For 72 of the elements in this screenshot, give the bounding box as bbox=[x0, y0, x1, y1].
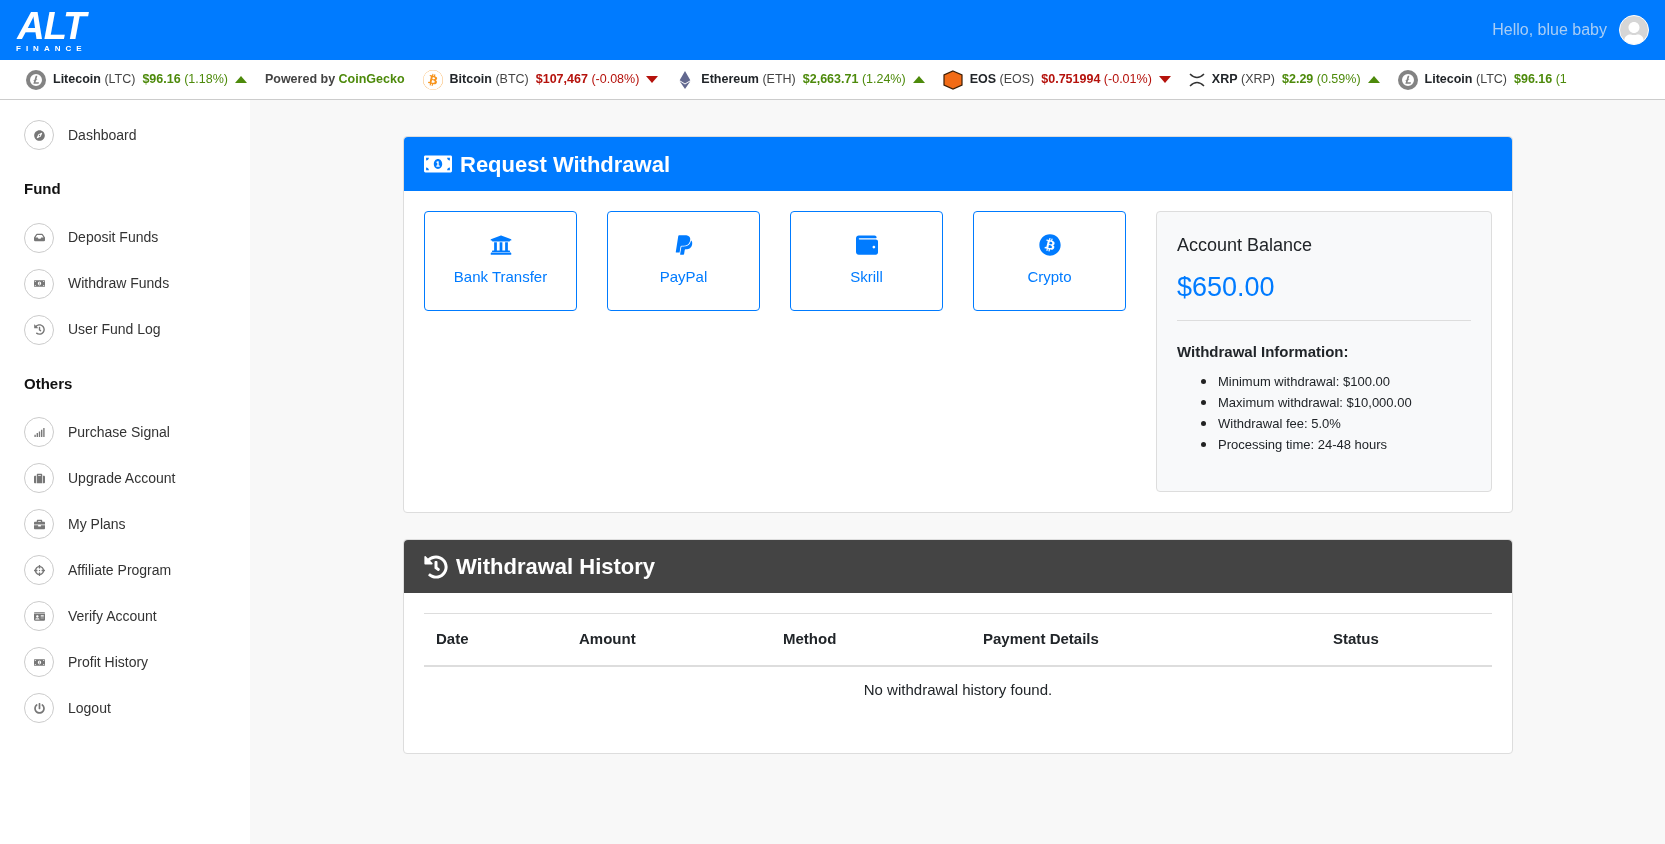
coin-name: XRP (XRP) bbox=[1211, 71, 1275, 89]
sidebar-link[interactable]: Deposit Funds bbox=[68, 227, 159, 248]
sidebar-link[interactable]: Logout bbox=[68, 697, 111, 719]
sidebar-link[interactable]: Verify Account bbox=[68, 605, 157, 627]
bullet-icon bbox=[1201, 442, 1206, 447]
bullet-icon bbox=[1201, 400, 1206, 405]
history-icon bbox=[424, 554, 448, 579]
sidebar-heading: Fund bbox=[24, 179, 62, 199]
info-title: Withdrawal Information: bbox=[1177, 341, 1350, 362]
coin-price: $96.16 (1.18%) bbox=[142, 71, 228, 89]
coin-name: Litecoin (LTC) bbox=[53, 71, 136, 89]
column-header: Status bbox=[1321, 613, 1492, 666]
compass-icon bbox=[33, 129, 45, 141]
card-title: Withdrawal History bbox=[456, 553, 656, 581]
card-title: Request Withdrawal bbox=[460, 150, 671, 179]
history-icon bbox=[33, 324, 45, 335]
sidebar-link[interactable]: Profit History bbox=[68, 651, 149, 673]
inbox-icon bbox=[33, 232, 45, 243]
coin-name: Litecoin (LTC) bbox=[1424, 71, 1507, 89]
payment-method-button[interactable]: Crypto bbox=[973, 211, 1126, 311]
coin-price: $2,663.71 (1.24%) bbox=[802, 71, 906, 89]
payment-method-button[interactable]: Bank Transfer bbox=[424, 211, 577, 311]
sidebar-link[interactable]: Purchase Signal bbox=[68, 421, 170, 443]
id-card-icon bbox=[33, 610, 45, 622]
powered-by-text: Powered by CoinGecko bbox=[264, 71, 405, 89]
info-text: Processing time: 24-48 hours bbox=[1218, 436, 1388, 454]
avatar[interactable] bbox=[1619, 15, 1649, 45]
payment-method-button[interactable]: Skrill bbox=[790, 211, 943, 311]
bullet-icon bbox=[1201, 379, 1206, 384]
sidebar-heading: Others bbox=[24, 373, 74, 394]
logo[interactable]: ALT FINANCE bbox=[16, 7, 87, 53]
wallet-icon bbox=[855, 233, 878, 256]
greeting-text: Hello, blue baby bbox=[1492, 20, 1607, 40]
column-header: Payment Details bbox=[971, 613, 1321, 666]
coin-price: $2.29 (0.59%) bbox=[1282, 71, 1361, 89]
x-icon bbox=[1188, 72, 1205, 87]
payment-method-button[interactable]: PayPal bbox=[607, 211, 760, 311]
balance-title: Account Balance bbox=[1177, 234, 1314, 257]
column-header: Date bbox=[424, 613, 567, 666]
info-text: Minimum withdrawal: $100.00 bbox=[1218, 373, 1390, 391]
power-icon bbox=[33, 702, 45, 714]
banknote-icon bbox=[33, 278, 45, 289]
suitcase-icon bbox=[33, 472, 45, 484]
bank-icon bbox=[489, 233, 512, 256]
empty-message: No withdrawal history found. bbox=[863, 680, 1053, 698]
bullet-icon bbox=[1201, 421, 1206, 426]
sidebar-link[interactable]: Dashboard bbox=[68, 124, 137, 146]
bitcoin-icon bbox=[422, 69, 443, 90]
coin-name: Ethereum (ETH) bbox=[701, 71, 796, 89]
cube-icon bbox=[942, 69, 963, 90]
column-header: Amount bbox=[567, 613, 771, 666]
sidebar-link[interactable]: User Fund Log bbox=[68, 319, 161, 340]
sidebar-link[interactable]: Upgrade Account bbox=[68, 467, 176, 489]
coin-price: $0.751994 (-0.01%) bbox=[1041, 71, 1152, 89]
coin-name: Bitcoin (BTC) bbox=[449, 71, 529, 89]
sidebar-link[interactable]: Affiliate Program bbox=[68, 559, 172, 581]
column-header: Method bbox=[771, 613, 971, 666]
sidebar-link[interactable]: Withdraw Funds bbox=[68, 273, 170, 294]
bitcoin-icon bbox=[1038, 233, 1061, 256]
litecoin-icon bbox=[26, 69, 46, 90]
info-text: Withdrawal fee: 5.0% bbox=[1218, 415, 1341, 433]
litecoin-icon bbox=[1397, 69, 1418, 90]
sidebar-link[interactable]: My Plans bbox=[68, 513, 126, 535]
balance-amount: $650.00 bbox=[1177, 267, 1471, 321]
banknote-icon bbox=[33, 656, 45, 668]
signal-bars-icon bbox=[33, 426, 45, 438]
briefcase-icon bbox=[33, 518, 45, 530]
info-text: Maximum withdrawal: $10,000.00 bbox=[1218, 394, 1412, 412]
coin-price: $96.16 (1 bbox=[1514, 71, 1567, 89]
coin-price: $107,467 (-0.08%) bbox=[535, 71, 640, 89]
crosshair-icon bbox=[33, 564, 45, 576]
coin-name: EOS (EOS) bbox=[969, 71, 1035, 89]
